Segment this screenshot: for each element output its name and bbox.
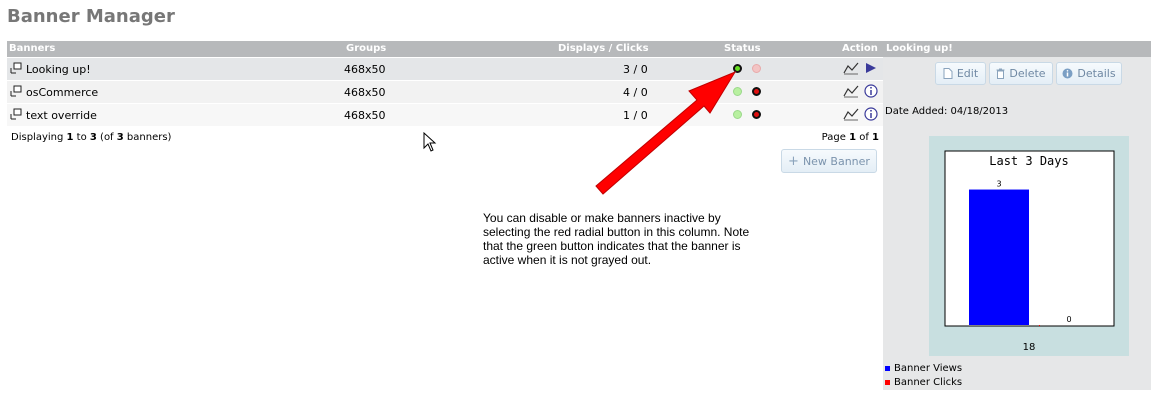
pagination-text: (of — [96, 132, 117, 143]
chart-bar-clicks — [1039, 325, 1040, 326]
banner-group: 468x50 — [344, 86, 386, 99]
new-banner-button[interactable]: + New Banner — [781, 149, 877, 173]
edit-button[interactable]: Edit — [935, 62, 986, 85]
banner-icon[interactable] — [10, 62, 22, 74]
selected-arrow-icon — [866, 63, 876, 73]
delete-label: Delete — [1009, 67, 1046, 80]
plus-icon: + — [788, 153, 799, 169]
col-header-displays-clicks[interactable]: Displays / Clicks — [558, 43, 649, 54]
pagination-text: to — [73, 132, 90, 143]
legend-item-clicks: Banner Clicks — [885, 377, 962, 388]
col-header-groups[interactable]: Groups — [346, 43, 386, 54]
banner-stats-chart: Last 3 Days 18 3 0 — [944, 150, 1115, 353]
status-inactive-radio[interactable] — [752, 87, 761, 96]
trash-icon — [996, 68, 1005, 79]
chart-bar-views — [969, 189, 1029, 325]
page-indicator: Page 1 of 1 — [822, 132, 879, 143]
banner-icon[interactable] — [10, 85, 22, 97]
edit-label: Edit — [956, 67, 979, 80]
delete-button[interactable]: Delete — [989, 62, 1053, 85]
banner-name: Looking up! — [26, 63, 91, 76]
status-active-radio[interactable] — [733, 64, 742, 73]
pagination-total: 3 — [116, 132, 124, 143]
chart-category-label: 18 — [1023, 342, 1036, 353]
col-header-status: Status — [724, 43, 761, 54]
banner-displays-clicks: 4 / 0 — [623, 86, 648, 99]
banner-displays-clicks: 1 / 0 — [623, 109, 648, 122]
mouse-cursor-icon — [423, 132, 437, 152]
status-active-radio[interactable] — [733, 110, 742, 119]
details-label: Details — [1077, 67, 1116, 80]
banner-group: 468x50 — [344, 109, 386, 122]
status-active-radio[interactable] — [733, 87, 742, 96]
page-text: Page — [821, 132, 850, 143]
legend-swatch-views — [885, 365, 890, 371]
banner-icon[interactable] — [10, 108, 22, 120]
table-row[interactable]: Looking up! 468x50 3 / 0 — [7, 58, 883, 80]
pagination-text: banners) — [123, 132, 172, 143]
table-header: Banners Groups Displays / Clicks Status … — [7, 41, 883, 57]
details-button[interactable]: Details — [1056, 62, 1122, 85]
banner-group: 468x50 — [344, 63, 386, 76]
chart-data-label: 0 — [1066, 315, 1071, 324]
statistics-icon[interactable] — [843, 84, 859, 98]
panel-header: Looking up! — [883, 41, 1151, 57]
col-header-action: Action — [842, 43, 878, 54]
pagination-text: Displaying — [11, 132, 67, 143]
table-row[interactable]: osCommerce 468x50 4 / 0 — [7, 81, 883, 103]
page-total: 1 — [872, 132, 879, 143]
page-text: of — [856, 132, 873, 143]
info-icon[interactable] — [863, 84, 879, 98]
info-icon[interactable] — [863, 107, 879, 121]
page-current: 1 — [849, 132, 857, 143]
status-inactive-radio[interactable] — [752, 64, 761, 73]
info-icon — [1062, 68, 1073, 79]
banner-name: osCommerce — [26, 86, 99, 99]
pagination-to: 3 — [89, 132, 97, 143]
banner-name: text override — [26, 109, 97, 122]
new-banner-label: New Banner — [802, 154, 870, 168]
col-header-banners[interactable]: Banners — [9, 43, 55, 54]
statistics-icon[interactable] — [843, 61, 859, 75]
annotation-text: You can disable or make banners inactive… — [483, 211, 750, 267]
date-added: Date Added: 04/18/2013 — [885, 106, 1009, 117]
legend-swatch-clicks — [885, 379, 890, 385]
page-title: Banner Manager — [7, 6, 175, 27]
statistics-icon[interactable] — [843, 107, 859, 121]
banner-info-panel: Looking up! Edit Delete Details Date Add… — [883, 41, 1151, 390]
legend-label-clicks: Banner Clicks — [894, 377, 963, 388]
chart-container: Last 3 Days 18 3 0 — [929, 136, 1129, 356]
document-icon — [943, 68, 953, 79]
legend-item-views: Banner Views — [885, 363, 962, 374]
panel-header-title: Looking up! — [886, 43, 953, 54]
chart-data-label: 3 — [996, 180, 1001, 189]
pagination-summary: Displaying 1 to 3 (of 3 banners) — [11, 132, 171, 143]
legend-label-views: Banner Views — [894, 363, 963, 374]
table-row[interactable]: text override 468x50 1 / 0 — [7, 104, 883, 126]
chart-title: Last 3 Days — [989, 154, 1068, 168]
status-inactive-radio[interactable] — [752, 110, 761, 119]
banner-displays-clicks: 3 / 0 — [623, 63, 648, 76]
